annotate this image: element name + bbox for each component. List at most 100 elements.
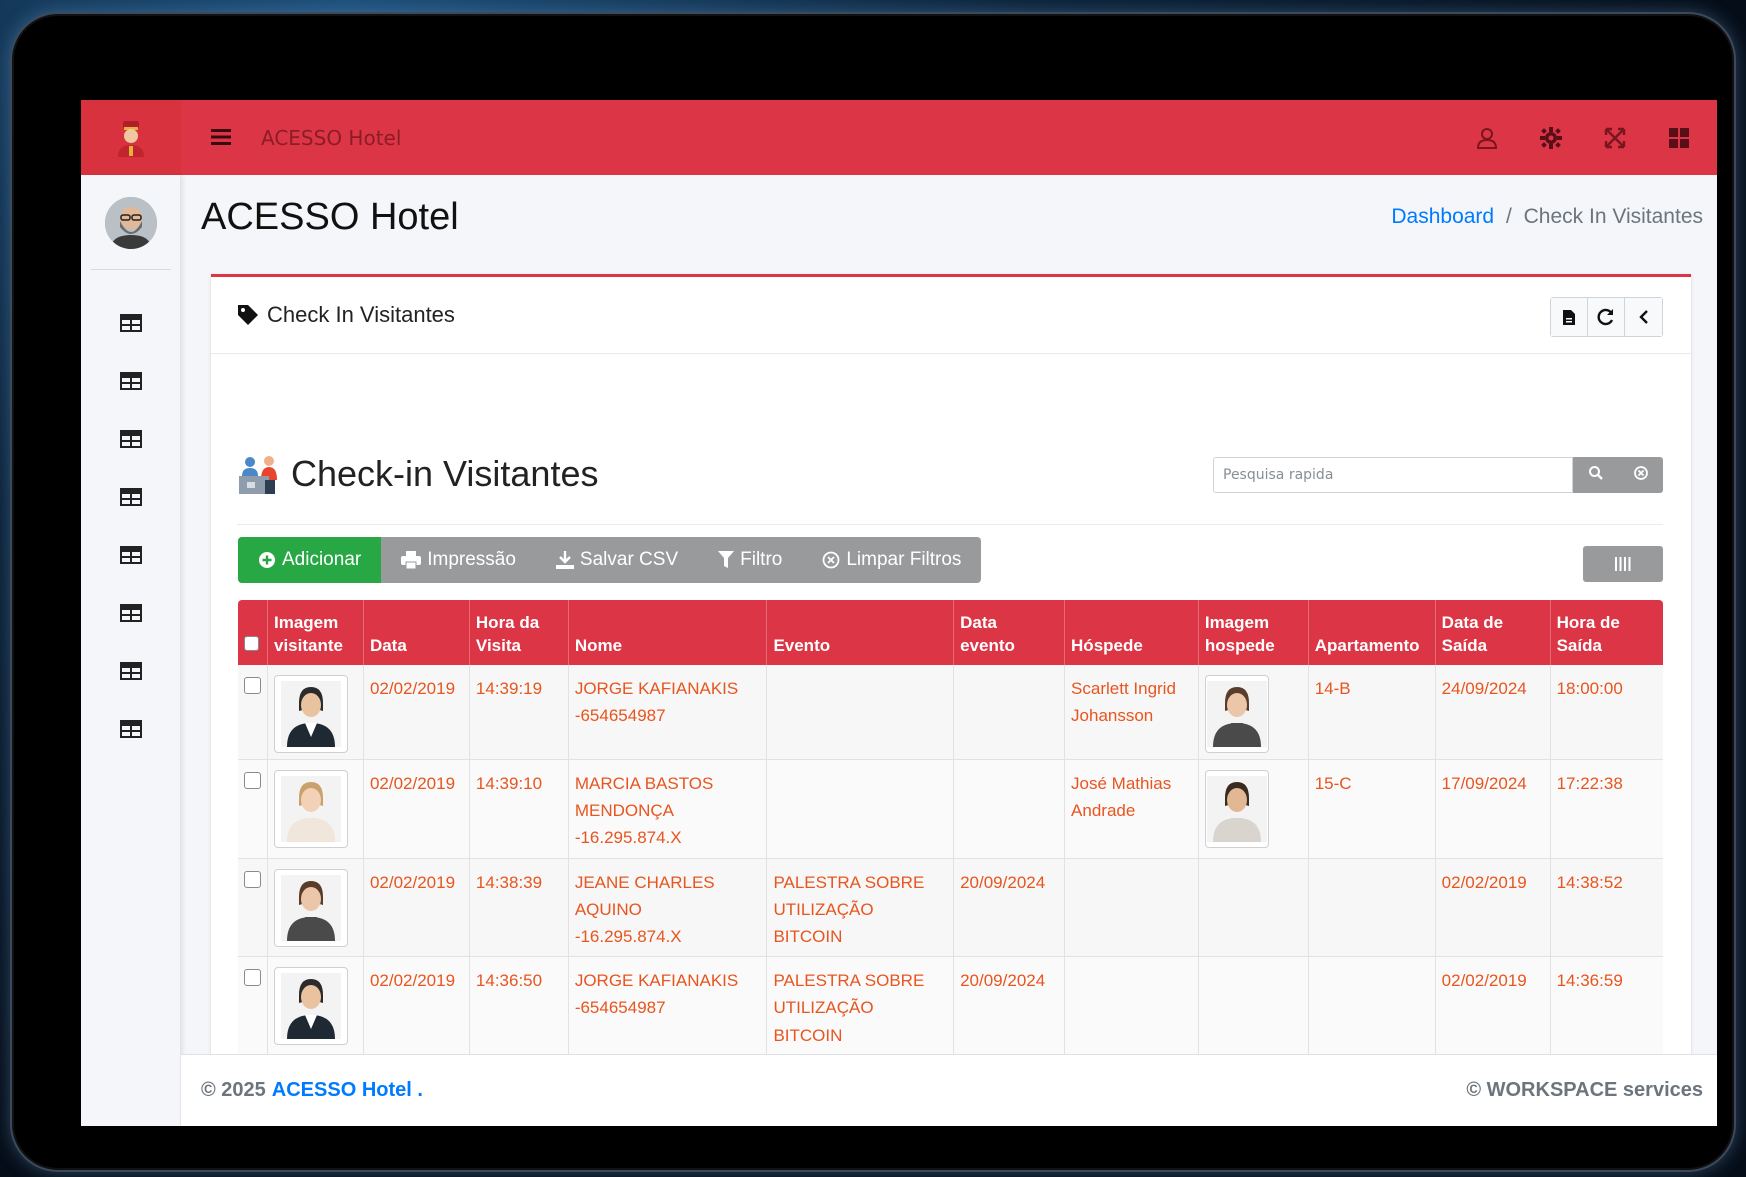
select-all-checkbox[interactable] <box>244 636 259 652</box>
guest-photo[interactable] <box>1204 770 1269 848</box>
cell-value: 17/09/2024 <box>1441 774 1527 793</box>
tag-icon <box>238 305 258 325</box>
search-button[interactable] <box>1588 465 1604 485</box>
column-header[interactable]: Data evento <box>953 600 1066 665</box>
column-header[interactable]: Nome <box>568 600 768 665</box>
settings-button[interactable] <box>1539 126 1563 150</box>
exit-date-cell: 02/02/2019 <box>1435 858 1551 958</box>
expand-icon <box>1604 127 1626 148</box>
menu-toggle-button[interactable] <box>211 124 231 152</box>
visitor-photo[interactable] <box>274 675 348 753</box>
exit-time-cell: 14:38:52 <box>1550 858 1663 958</box>
plus-circle-icon <box>259 552 275 568</box>
sidebar-item-2[interactable] <box>81 352 181 410</box>
table-row[interactable]: 02/02/2019 14:39:10 MARCIA BASTOS MENDONÇA -… <box>238 759 1663 859</box>
sidebar-item-6[interactable] <box>81 584 181 642</box>
device-frame: ACESSO Hotel ACESSO Hotel Dashboard / Ch… <box>10 12 1736 1172</box>
column-header[interactable]: Imagem visitante <box>267 600 364 665</box>
table-icon <box>120 430 142 448</box>
row-checkbox[interactable] <box>244 870 261 888</box>
bellboy-icon <box>118 120 144 157</box>
person-photo-icon <box>281 874 341 941</box>
visitor-photo[interactable] <box>274 868 348 947</box>
search-box <box>1213 457 1663 493</box>
column-header[interactable]: Hóspede <box>1064 600 1199 665</box>
clear-filters-button[interactable]: Limpar Filtros <box>802 537 981 583</box>
search-input[interactable] <box>1213 457 1573 493</box>
navbar-actions <box>1475 126 1717 150</box>
visitor-photo-cell <box>267 665 364 760</box>
sidebar-item-1[interactable] <box>81 294 181 352</box>
apps-grid-icon <box>1669 127 1689 148</box>
column-header-line: Saída <box>1441 636 1488 656</box>
sidebar-item-7[interactable] <box>81 642 181 700</box>
save-csv-button[interactable]: Salvar CSV <box>536 537 698 583</box>
row-checkbox-cell <box>238 858 268 958</box>
print-button[interactable]: Impressão <box>381 537 536 583</box>
page-title: ACESSO Hotel <box>201 196 459 238</box>
column-header[interactable]: Imagem hospede <box>1198 600 1309 665</box>
column-header-line <box>370 612 463 635</box>
guest-cell <box>1064 956 1199 1056</box>
visit-time-cell: 14:39:19 <box>469 665 569 760</box>
columns-icon <box>1615 557 1631 571</box>
cell-line: MARCIA BASTOS <box>574 774 714 793</box>
sidebar-item-3[interactable] <box>81 410 181 468</box>
cell-value: 14:36:59 <box>1556 971 1623 991</box>
columns-button[interactable] <box>1583 546 1663 582</box>
column-header-line <box>1071 612 1192 635</box>
apps-button[interactable] <box>1667 126 1691 150</box>
column-header[interactable]: Data <box>363 600 470 665</box>
column-header-line: Imagem <box>1204 613 1270 633</box>
refresh-button[interactable] <box>1588 298 1625 336</box>
column-header-line <box>575 612 761 635</box>
table-row[interactable]: 02/02/2019 14:38:39 JEANE CHARLES AQUINO -16… <box>238 858 1663 958</box>
cell-value: 24/09/2024 <box>1441 679 1527 698</box>
fullscreen-button[interactable] <box>1603 126 1627 150</box>
table-icon <box>120 720 142 738</box>
clear-filters-button-label: Limpar Filtros <box>846 549 962 570</box>
clear-search-button[interactable] <box>1633 465 1649 485</box>
column-header[interactable]: Apartamento <box>1308 600 1436 665</box>
select-all-header[interactable] <box>238 600 268 665</box>
user-button[interactable] <box>1475 126 1499 150</box>
filter-button-label: Filtro <box>740 549 783 570</box>
cell-value: 02/02/2019 <box>369 774 456 793</box>
date-cell: 02/02/2019 <box>363 665 470 760</box>
column-header[interactable]: Data de Saída <box>1435 600 1551 665</box>
save-csv-button-label: Salvar CSV <box>579 549 679 570</box>
row-checkbox[interactable] <box>244 969 261 987</box>
export-pdf-button[interactable] <box>1551 298 1588 336</box>
sidebar-item-8[interactable] <box>81 700 181 758</box>
footer-brand-link[interactable]: ACESSO Hotel . <box>272 1079 423 1102</box>
table-icon <box>120 314 142 332</box>
column-header[interactable]: Hora da Visita <box>469 600 569 665</box>
row-checkbox[interactable] <box>244 772 261 789</box>
cell-line: -16.295.874.X <box>574 828 682 848</box>
breadcrumb-dashboard-link[interactable]: Dashboard <box>1391 205 1494 228</box>
name-cell: JORGE KAFIANAKIS -654654987 <box>568 665 768 760</box>
filter-button[interactable]: Filtro <box>698 537 802 583</box>
table-row[interactable]: 02/02/2019 14:36:50 JORGE KAFIANAKIS -65465… <box>238 956 1663 1056</box>
column-header[interactable]: Evento <box>766 600 955 665</box>
add-button[interactable]: Adicionar <box>238 537 382 583</box>
exit-date-cell: 17/09/2024 <box>1435 759 1551 859</box>
brand-logo[interactable] <box>81 100 181 175</box>
avatar[interactable] <box>104 197 157 249</box>
grid-title-text: Check-in Visitantes <box>291 453 599 494</box>
apartment-cell: 14-B <box>1308 665 1436 760</box>
sidebar-item-5[interactable] <box>81 526 181 584</box>
sidebar-item-4[interactable] <box>81 468 181 526</box>
person-photo-icon <box>281 973 341 1040</box>
table-row[interactable]: 02/02/2019 14:39:19 JORGE KAFIANAKIS -65465… <box>238 665 1663 760</box>
visitor-photo[interactable] <box>274 770 348 848</box>
row-checkbox[interactable] <box>244 677 261 694</box>
back-button[interactable] <box>1625 298 1662 336</box>
guest-photo[interactable] <box>1204 675 1269 753</box>
visit-time-cell: 14:39:10 <box>469 759 569 859</box>
apartment-cell <box>1308 858 1436 958</box>
column-header[interactable]: Hora de Saída <box>1550 600 1663 665</box>
breadcrumb: Dashboard / Check In Visitantes <box>1391 205 1703 229</box>
visitor-photo[interactable] <box>274 967 348 1046</box>
guest-photo-cell <box>1198 665 1309 760</box>
